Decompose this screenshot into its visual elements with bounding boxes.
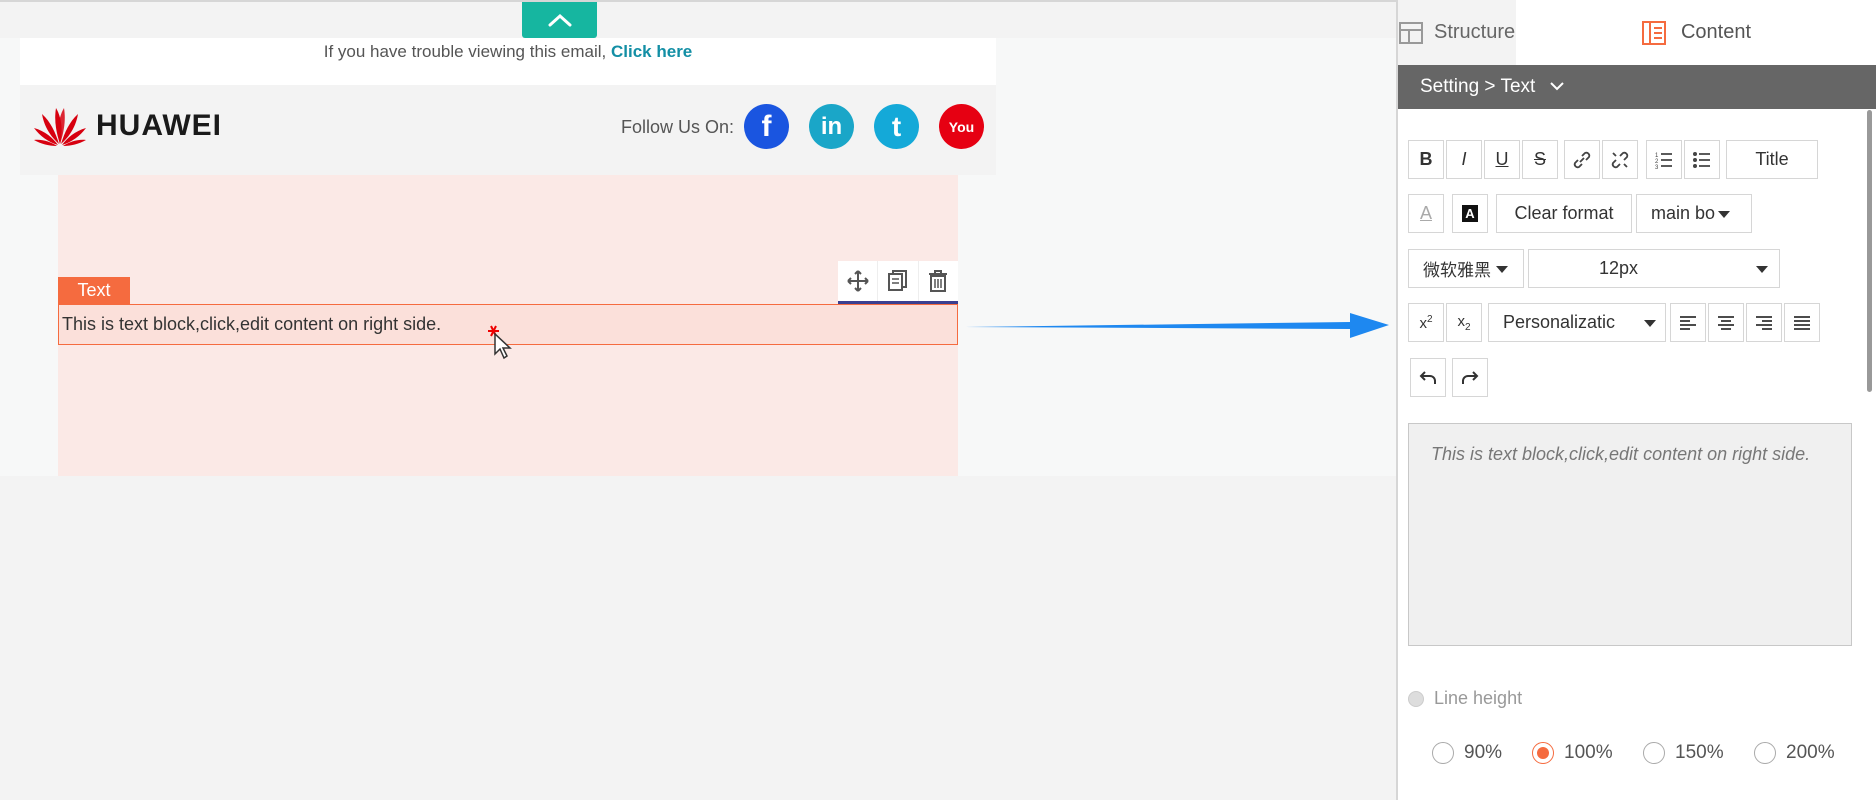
panel-scrollbar[interactable] xyxy=(1867,110,1872,392)
tab-content-label: Content xyxy=(1680,21,1752,43)
line-height-label: Line height xyxy=(1408,688,1522,709)
breadcrumb[interactable]: Setting > Text xyxy=(1398,65,1876,109)
facebook-icon[interactable]: f xyxy=(744,104,789,149)
tab-structure-label: Structure xyxy=(1434,21,1516,43)
bold-button[interactable]: B xyxy=(1408,140,1444,179)
unlink-icon xyxy=(1611,151,1629,168)
unlink-button[interactable] xyxy=(1602,140,1638,179)
twitter-icon[interactable]: t xyxy=(874,104,919,149)
subscript-icon: x2 xyxy=(1457,312,1471,333)
link-icon xyxy=(1573,151,1591,168)
radio-icon[interactable] xyxy=(1754,742,1776,764)
align-left-icon xyxy=(1680,315,1696,330)
redo-button[interactable] xyxy=(1452,358,1488,397)
subscript-button[interactable]: x2 xyxy=(1446,303,1482,342)
radio-icon[interactable] xyxy=(1432,742,1454,764)
align-center-icon xyxy=(1718,315,1734,330)
align-center-button[interactable] xyxy=(1708,303,1744,342)
font-size-select[interactable]: 12px xyxy=(1528,249,1780,288)
line-height-option-200[interactable]: 200% xyxy=(1754,742,1835,764)
redo-icon xyxy=(1462,370,1479,384)
align-right-icon xyxy=(1756,315,1772,330)
clear-format-button[interactable]: Clear format xyxy=(1496,194,1632,233)
align-right-button[interactable] xyxy=(1746,303,1782,342)
bullet-list-icon xyxy=(1693,151,1710,168)
tab-content[interactable]: Content xyxy=(1516,0,1876,65)
chevron-down-icon xyxy=(1549,82,1564,91)
collapse-button[interactable] xyxy=(522,2,597,38)
superscript-icon: x2 xyxy=(1419,313,1433,332)
chevron-up-icon xyxy=(548,13,571,27)
undo-icon xyxy=(1419,370,1436,384)
breadcrumb-text: Setting > Text xyxy=(1420,76,1536,97)
background-color-icon: A xyxy=(1462,205,1478,222)
link-button[interactable] xyxy=(1564,140,1600,179)
tab-structure[interactable]: Structure xyxy=(1398,0,1516,65)
copy-icon[interactable] xyxy=(878,261,919,301)
background-color-button[interactable]: A xyxy=(1452,194,1488,233)
caret-down-icon xyxy=(1644,319,1656,327)
preheader-text: If you have trouble viewing this email, xyxy=(323,42,607,61)
line-height-option-150[interactable]: 150% xyxy=(1643,742,1724,764)
click-here-link[interactable]: Click here xyxy=(611,42,692,61)
underline-button[interactable]: U xyxy=(1484,140,1520,179)
radio-selected-icon[interactable] xyxy=(1532,742,1554,764)
radio-icon[interactable] xyxy=(1643,742,1665,764)
line-height-option-90[interactable]: 90% xyxy=(1432,742,1502,764)
font-color-icon: A xyxy=(1419,203,1432,223)
brand-name: HUAWEI xyxy=(96,109,222,142)
block-tools xyxy=(838,261,958,304)
move-icon[interactable] xyxy=(838,261,879,301)
superscript-button[interactable]: x2 xyxy=(1408,303,1444,342)
style-select[interactable]: main bo xyxy=(1636,194,1752,233)
content-icon xyxy=(1641,20,1666,45)
canvas-empty-area xyxy=(0,476,1396,800)
bullet-list-button[interactable] xyxy=(1684,140,1720,179)
delete-icon[interactable] xyxy=(919,261,958,301)
align-left-button[interactable] xyxy=(1670,303,1706,342)
follow-label: Follow Us On: xyxy=(621,117,735,137)
undo-button[interactable] xyxy=(1410,358,1446,397)
huawei-logo: HUAWEI xyxy=(32,104,222,148)
text-block-tag: Text xyxy=(58,277,130,304)
caret-down-icon xyxy=(1756,265,1768,273)
ordered-list-icon: 123 xyxy=(1655,153,1672,170)
youtube-icon[interactable]: You xyxy=(939,104,984,149)
font-color-button[interactable]: A xyxy=(1408,194,1444,233)
settings-panel xyxy=(1396,0,1876,800)
structure-icon xyxy=(1399,21,1423,44)
linkedin-icon[interactable]: in xyxy=(809,104,854,149)
italic-button[interactable]: I xyxy=(1446,140,1482,179)
ordered-list-button[interactable]: 123 xyxy=(1646,140,1682,179)
preheader: If you have trouble viewing this email, … xyxy=(20,38,996,85)
line-height-option-100[interactable]: 100% xyxy=(1532,742,1613,764)
bullet-dot-icon xyxy=(1408,690,1424,707)
caret-down-icon xyxy=(1496,265,1508,273)
personalization-select[interactable]: Personalizatic xyxy=(1488,303,1666,342)
title-button[interactable]: Title xyxy=(1726,140,1818,179)
svg-text:3: 3 xyxy=(1655,165,1659,170)
strikethrough-button[interactable]: S xyxy=(1522,140,1558,179)
arrow-icon xyxy=(965,313,1389,338)
text-editor[interactable]: This is text block,click,edit content on… xyxy=(1408,423,1852,646)
align-justify-icon xyxy=(1794,315,1810,330)
align-justify-button[interactable] xyxy=(1784,303,1820,342)
top-border xyxy=(0,0,1396,2)
font-family-select[interactable]: 微软雅黑 xyxy=(1408,249,1524,288)
cursor-icon xyxy=(488,325,512,360)
huawei-flower-icon xyxy=(34,108,86,146)
caret-down-icon xyxy=(1718,210,1731,218)
